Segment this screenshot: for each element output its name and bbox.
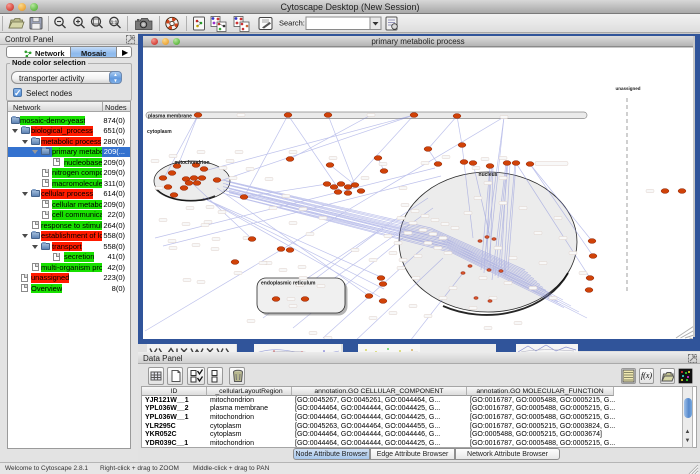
svg-text:nucleus: nucleus	[479, 172, 498, 178]
svg-text:1:1: 1:1	[111, 20, 118, 25]
svg-text:unassigned: unassigned	[615, 86, 640, 91]
svg-text:Search:: Search:	[279, 19, 305, 28]
svg-text:plasma membrane: plasma membrane	[148, 114, 192, 120]
svg-text:endoplasmic reticulum: endoplasmic reticulum	[261, 281, 316, 287]
svg-text:cytoplasm: cytoplasm	[147, 129, 172, 135]
svg-text:mitochondrion: mitochondrion	[175, 160, 210, 166]
